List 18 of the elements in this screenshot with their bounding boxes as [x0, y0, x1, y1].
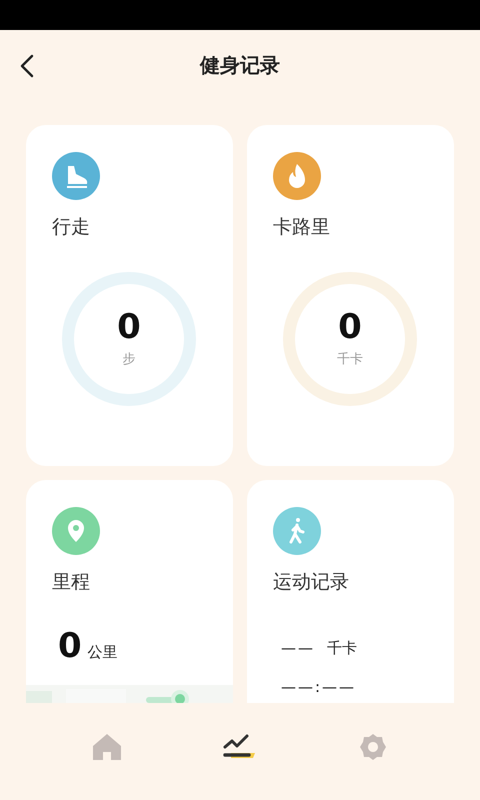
card-title: 卡路里: [273, 215, 330, 240]
stat-card[interactable]: 运动记录 —— 千卡 ——:——: [247, 480, 454, 703]
card-title: 里程: [52, 570, 90, 595]
time-value: ——:——: [281, 678, 356, 696]
page-title: 健身记录: [200, 52, 280, 78]
card-title: 运动记录: [273, 570, 349, 595]
unit-label: 千卡: [337, 351, 363, 368]
unit-label: 公里: [88, 643, 118, 662]
stat-card[interactable]: 卡路里 0 千卡: [247, 125, 454, 466]
stat-value: 0: [338, 310, 362, 344]
unit-label: 千卡: [327, 639, 357, 658]
unit-label: 步: [122, 351, 136, 368]
card-title: 行走: [52, 215, 90, 240]
stat-card[interactable]: 里程 0 公里: [26, 480, 233, 703]
stat-value: 0: [117, 310, 141, 344]
stat-value: 0: [58, 629, 82, 663]
stat-card[interactable]: 行走 0 步: [26, 125, 233, 466]
stat-value: ——: [281, 639, 315, 657]
